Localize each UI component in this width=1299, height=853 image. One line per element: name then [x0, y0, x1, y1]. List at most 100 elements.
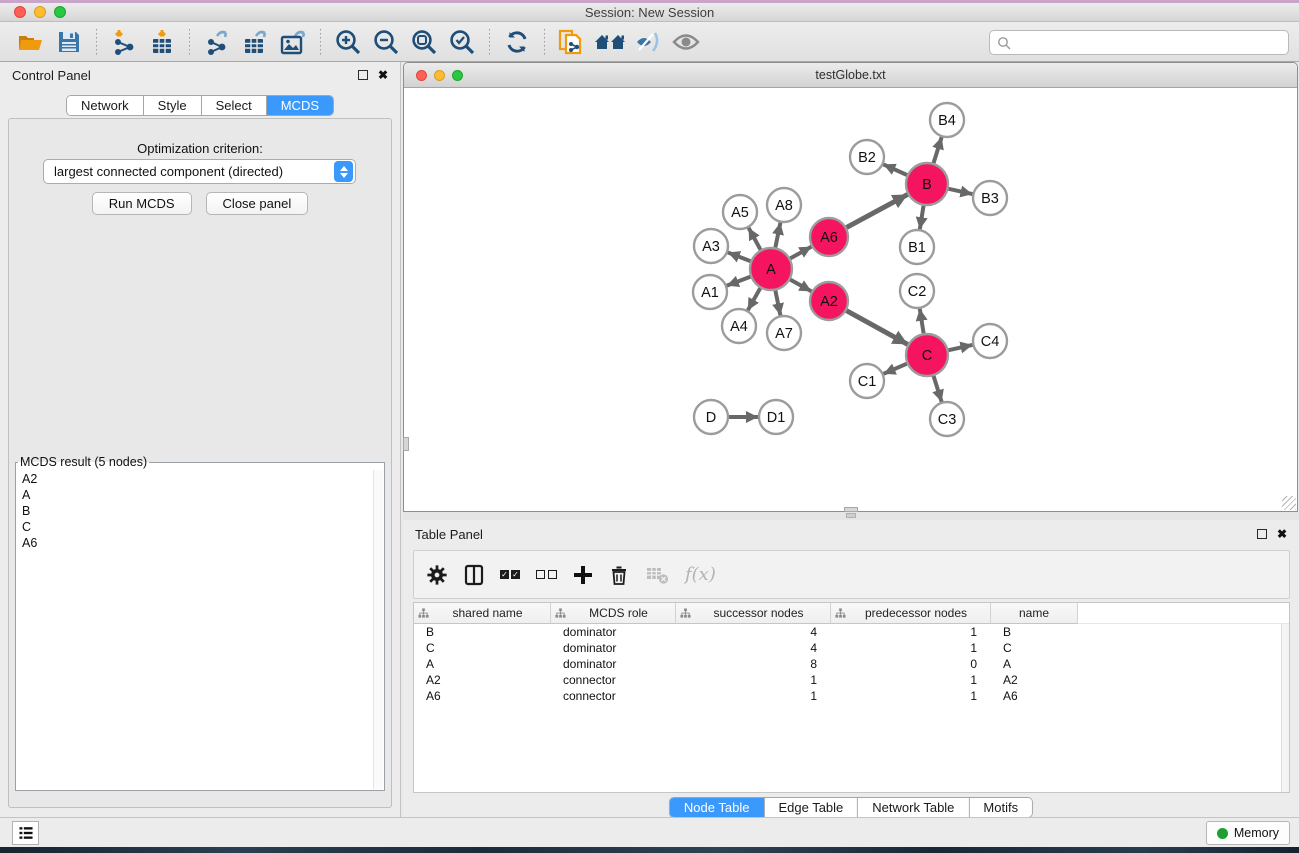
open-session-button[interactable] — [12, 25, 50, 59]
run-mcds-button[interactable]: Run MCDS — [92, 192, 192, 215]
criterion-select[interactable]: largest connected component (directed) — [43, 159, 356, 184]
table-row[interactable]: Cdominator41C — [414, 640, 1289, 656]
table-row[interactable]: A2connector11A2 — [414, 672, 1289, 688]
table-cell[interactable]: C — [991, 640, 1078, 656]
main-titlebar[interactable]: Session: New Session — [0, 3, 1299, 22]
table-row[interactable]: Adominator80A — [414, 656, 1289, 672]
function-builder-button[interactable]: f(x) — [685, 560, 716, 590]
apply-layout-button[interactable] — [498, 25, 536, 59]
close-panel-button[interactable]: Close panel — [206, 192, 309, 215]
table-cell[interactable]: A6 — [991, 688, 1078, 704]
graph-edge-B-B3[interactable] — [947, 189, 972, 195]
delete-table-button[interactable] — [645, 560, 669, 590]
minimize-window-button[interactable] — [34, 6, 46, 18]
column-header-predecessor-nodes[interactable]: predecessor nodes — [831, 603, 991, 624]
table-cell[interactable]: 1 — [831, 672, 991, 688]
memory-button[interactable]: Memory — [1206, 821, 1290, 845]
network-window-titlebar[interactable]: testGlobe.txt — [404, 63, 1297, 88]
column-header-MCDS-role[interactable]: MCDS role — [551, 603, 676, 624]
graph-edge-C-C2[interactable] — [920, 309, 924, 334]
tab-edge-table[interactable]: Edge Table — [764, 798, 858, 817]
graph-edge-A-A3[interactable] — [728, 252, 752, 261]
graph-edge-B-B1[interactable] — [920, 205, 924, 229]
table-cell[interactable]: A6 — [414, 688, 551, 704]
network-canvas[interactable]: B4B2BB3A8A5A6A3B1AA1C2A2A4A7C4CC1DD1C3 — [404, 88, 1297, 511]
zoom-fit-button[interactable] — [405, 25, 443, 59]
mcds-result-list[interactable]: A2ABCA6 — [18, 471, 372, 788]
import-table-button[interactable] — [143, 25, 181, 59]
toolbar-search[interactable] — [989, 30, 1289, 55]
close-panel-icon[interactable]: ✖ — [378, 70, 388, 80]
delete-column-button[interactable] — [609, 560, 629, 590]
network-minimize-button[interactable] — [434, 70, 445, 81]
graph-edge-A-A8[interactable] — [775, 223, 780, 249]
table-row[interactable]: A6connector11A6 — [414, 688, 1289, 704]
export-network-button[interactable] — [198, 25, 236, 59]
table-cell[interactable]: 1 — [676, 688, 831, 704]
table-cell[interactable]: A2 — [991, 672, 1078, 688]
graph-edge-B-B2[interactable] — [883, 164, 907, 175]
table-cell[interactable]: 1 — [831, 688, 991, 704]
table-cell[interactable]: 0 — [831, 656, 991, 672]
graph-edge-A2-C[interactable] — [846, 310, 908, 344]
hide-selected-button[interactable] — [629, 25, 667, 59]
zoom-selected-button[interactable] — [443, 25, 481, 59]
maximize-window-button[interactable] — [54, 6, 66, 18]
table-cell[interactable]: connector — [551, 688, 676, 704]
table-cell[interactable]: dominator — [551, 656, 676, 672]
table-cell[interactable]: dominator — [551, 624, 676, 640]
table-cell[interactable]: 4 — [676, 624, 831, 640]
column-settings-button[interactable] — [426, 560, 448, 590]
table-cell[interactable]: A — [414, 656, 551, 672]
table-cell[interactable]: B — [414, 624, 551, 640]
export-table-button[interactable] — [236, 25, 274, 59]
export-image-button[interactable] — [274, 25, 312, 59]
ndex-home-button[interactable] — [591, 25, 629, 59]
table-cell[interactable]: A — [991, 656, 1078, 672]
mcds-result-item[interactable]: A6 — [18, 535, 372, 551]
close-window-button[interactable] — [14, 6, 26, 18]
tab-mcds[interactable]: MCDS — [267, 96, 333, 115]
column-header-name[interactable]: name — [991, 603, 1078, 624]
table-cell[interactable]: dominator — [551, 640, 676, 656]
table-row[interactable]: Bdominator41B — [414, 624, 1289, 640]
save-session-button[interactable] — [50, 25, 88, 59]
mcds-result-item[interactable]: B — [18, 503, 372, 519]
graph-edge-A-A5[interactable] — [749, 228, 761, 251]
table-cell[interactable]: B — [991, 624, 1078, 640]
table-cell[interactable]: 1 — [676, 672, 831, 688]
column-header-successor-nodes[interactable]: successor nodes — [676, 603, 831, 624]
network-close-button[interactable] — [416, 70, 427, 81]
mcds-result-item[interactable]: A — [18, 487, 372, 503]
column-header-shared-name[interactable]: shared name — [414, 603, 551, 624]
graph-edge-A6-B[interactable] — [846, 194, 908, 227]
table-cell[interactable]: 8 — [676, 656, 831, 672]
tab-node-table[interactable]: Node Table — [670, 798, 765, 817]
tab-select[interactable]: Select — [202, 96, 267, 115]
table-mode-button[interactable] — [464, 560, 484, 590]
mcds-result-item[interactable]: A2 — [18, 471, 372, 487]
graph-edge-A-A6[interactable] — [789, 247, 811, 259]
float-table-panel-icon[interactable] — [1257, 529, 1267, 539]
table-cell[interactable]: A2 — [414, 672, 551, 688]
float-panel-icon[interactable] — [358, 70, 368, 80]
table-cell[interactable]: C — [414, 640, 551, 656]
deselect-all-button[interactable] — [536, 560, 557, 590]
import-network-button[interactable] — [105, 25, 143, 59]
close-table-panel-icon[interactable]: ✖ — [1277, 529, 1287, 539]
table-cell[interactable]: connector — [551, 672, 676, 688]
graph-edge-C-C1[interactable] — [884, 363, 908, 373]
create-column-button[interactable] — [573, 560, 593, 590]
show-all-button[interactable] — [667, 25, 705, 59]
zoom-out-button[interactable] — [367, 25, 405, 59]
graph-edge-C-C3[interactable] — [933, 375, 941, 402]
tab-network-table[interactable]: Network Table — [858, 798, 969, 817]
graph-edge-B-B4[interactable] — [933, 137, 941, 164]
birdseye-handle-left[interactable] — [403, 437, 409, 451]
graph-edge-A-A4[interactable] — [748, 287, 761, 310]
table-scrollbar[interactable] — [1281, 624, 1289, 792]
mcds-result-item[interactable]: C — [18, 519, 372, 535]
horizontal-splitter[interactable] — [403, 512, 1299, 520]
tab-style[interactable]: Style — [144, 96, 202, 115]
network-maximize-button[interactable] — [452, 70, 463, 81]
